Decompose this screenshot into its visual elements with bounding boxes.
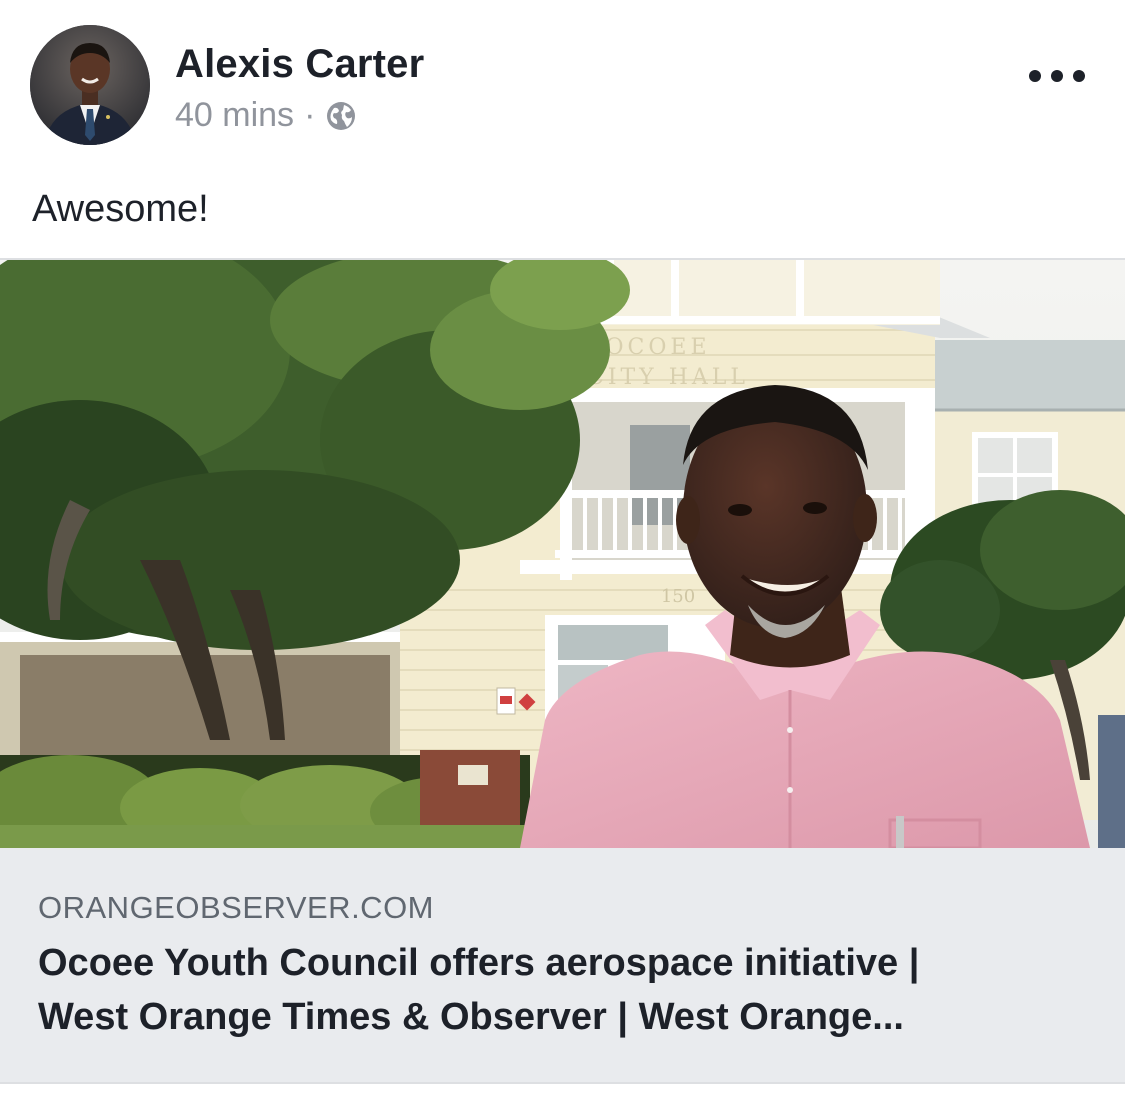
sign-line2: CITY HALL: [587, 365, 749, 390]
globe-icon[interactable]: [325, 100, 357, 132]
more-options-button[interactable]: [1029, 62, 1085, 90]
link-preview-footer: ORANGEOBSERVER.COM Ocoee Youth Council o…: [0, 848, 1125, 1082]
avatar-photo: [30, 25, 150, 145]
city-hall-photo: OCOEE CITY HALL 150: [0, 260, 1125, 848]
sign-line1: OCOEE: [605, 335, 710, 360]
post-meta: 40 mins ·: [175, 96, 357, 135]
author-name[interactable]: Alexis Carter: [175, 42, 424, 87]
link-title[interactable]: Ocoee Youth Council offers aerospace ini…: [38, 936, 1078, 1044]
more-dot: [1073, 70, 1085, 82]
link-preview-card[interactable]: OCOEE CITY HALL 150 ORANGEOBSERVER.COM O…: [0, 258, 1125, 1084]
link-preview-image: OCOEE CITY HALL 150: [0, 260, 1125, 848]
address-number: 150: [661, 586, 695, 607]
author-avatar[interactable]: [30, 25, 150, 145]
facebook-post: Alexis Carter 40 mins · Awesome! OCOEE C…: [0, 0, 1125, 1103]
link-title-line1: Ocoee Youth Council offers aerospace ini…: [38, 942, 920, 984]
more-dot: [1051, 70, 1063, 82]
post-text: Awesome!: [32, 188, 209, 230]
link-domain: ORANGEOBSERVER.COM: [38, 890, 435, 925]
post-timestamp[interactable]: 40 mins: [175, 96, 294, 135]
link-title-line2: West Orange Times & Observer | West Oran…: [38, 996, 904, 1038]
more-dots-icon: [1029, 70, 1041, 82]
meta-separator: ·: [304, 96, 316, 134]
